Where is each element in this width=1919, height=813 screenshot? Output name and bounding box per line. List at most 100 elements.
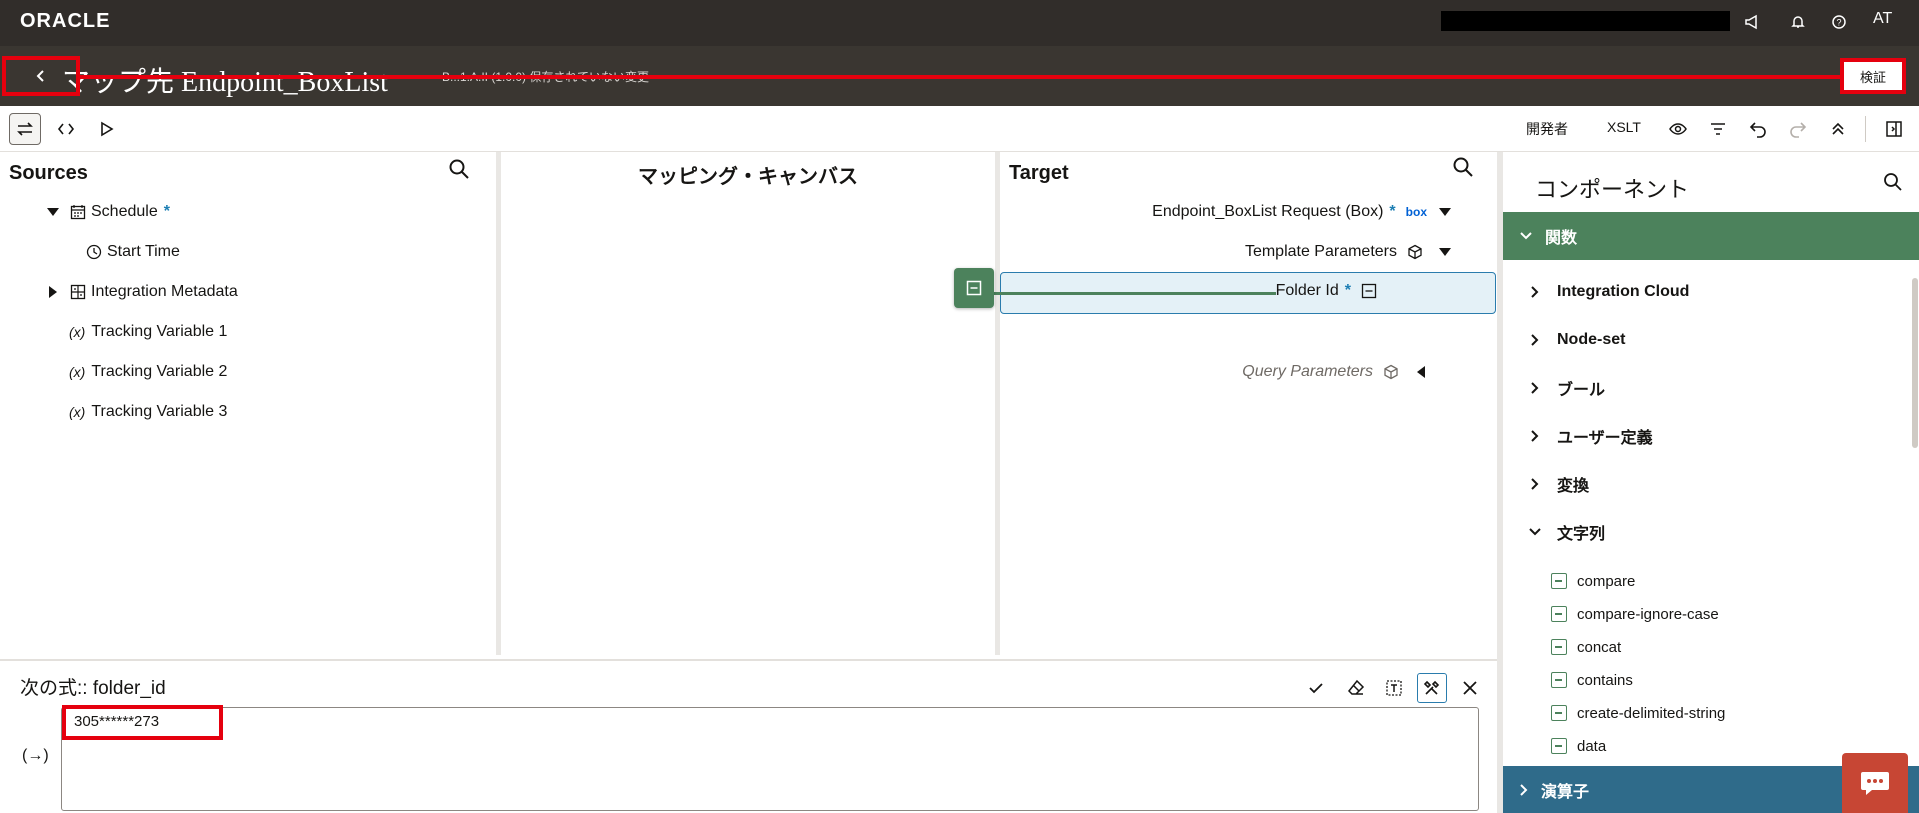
test-run-button[interactable] [90,113,122,145]
page-title: マップ先 Endpoint_BoxList [62,67,388,98]
components-scrollbar[interactable] [1912,278,1918,448]
function-label: data [1577,737,1607,755]
double-chevron-up-icon [1830,121,1846,137]
category-label: 文字列 [1557,526,1606,543]
tools-button[interactable] [1417,673,1447,703]
category-label: Node-set [1557,331,1626,348]
source-node-label: Integration Metadata [91,283,238,300]
integration-metadata-expand-caret[interactable] [46,285,60,299]
text-mode-button[interactable] [1379,673,1409,703]
function-compare-ignore-case[interactable]: compare-ignore-case [1551,603,1719,625]
source-node-tracking-variable-3[interactable]: (x) Tracking Variable 3 [69,400,227,424]
source-node-start-time[interactable]: Start Time [85,240,180,264]
announcement-icon[interactable] [1741,11,1763,33]
target-node-query-parameters[interactable]: Query Parameters [1242,360,1425,384]
chat-button[interactable] [1842,753,1908,813]
canvas-title: マッピング・キャンバス [638,166,858,188]
toggle-panel-button[interactable] [1878,113,1910,145]
bell-icon[interactable] [1787,11,1809,33]
close-expression-button[interactable] [1455,673,1485,703]
back-button[interactable] [2,56,80,96]
category-conversion[interactable]: 変換 [1525,472,1589,496]
function-compare[interactable]: compare [1551,570,1635,592]
user-avatar[interactable]: AT [1873,10,1892,28]
components-search-button[interactable] [1883,172,1903,192]
cube-icon [1383,364,1399,380]
source-node-label: Tracking Variable 1 [91,323,228,340]
clock-icon [85,243,103,261]
undo-button[interactable] [1742,113,1774,145]
swap-icon [16,120,34,138]
filter-button[interactable] [1702,113,1734,145]
function-label: concat [1577,638,1622,656]
category-integration-cloud[interactable]: Integration Cloud [1525,280,1689,304]
box-logo-icon: box [1405,205,1427,219]
string-function-icon [966,280,982,296]
string-function-icon [1551,606,1567,622]
highlight-line [80,75,1842,79]
mapper-toolbar: 開発者 XSLT [0,106,1919,152]
sources-panel: Sources Schedule * Start Time Integratio… [0,152,496,655]
target-search-button[interactable] [1452,156,1476,180]
search-icon [1883,172,1903,192]
category-boolean[interactable]: ブール [1525,376,1605,400]
sources-title: Sources [9,162,88,184]
svg-text:?: ? [1836,18,1841,28]
source-node-tracking-variable-2[interactable]: (x) Tracking Variable 2 [69,360,227,384]
variable-icon: (x) [69,364,86,380]
sources-search-button[interactable] [448,158,472,182]
expression-input[interactable] [61,707,1479,811]
xslt-toggle[interactable]: XSLT [1607,119,1641,135]
category-node-set[interactable]: Node-set [1525,328,1625,352]
target-node-label: Query Parameters [1242,363,1373,380]
code-view-button[interactable] [50,113,82,145]
view-button[interactable] [1662,113,1694,145]
function-label: create-delimited-string [1577,704,1726,722]
redo-button[interactable] [1782,113,1814,145]
schedule-expand-caret[interactable] [46,205,60,219]
required-marker: * [1344,282,1351,299]
target-node-template-parameters[interactable]: Template Parameters [1245,240,1451,264]
variable-icon: (x) [69,324,86,340]
developer-toggle[interactable]: 開発者 [1526,119,1568,139]
function-concat[interactable]: concat [1551,636,1621,658]
page-header: マップ先 Endpoint_BoxList B...1.A.II (1.0.0)… [0,46,1919,106]
functions-category-header[interactable]: 関数 [1503,212,1919,260]
source-node-integration-metadata[interactable]: Integration Metadata [69,280,238,304]
function-contains[interactable]: contains [1551,669,1633,691]
category-string[interactable]: 文字列 [1525,520,1605,544]
chevron-right-icon [1525,477,1545,491]
search-icon [448,158,472,180]
source-node-label: Tracking Variable 2 [91,363,228,380]
functions-category-label: 関数 [1545,230,1578,247]
string-function-icon [1551,639,1567,655]
caret-down-icon[interactable] [1439,208,1451,216]
swap-mode-button[interactable] [9,113,41,145]
chevron-right-icon [1525,285,1545,299]
source-node-label: Schedule [91,203,158,220]
caret-down-icon[interactable] [1439,248,1451,256]
mapping-function-node[interactable] [954,268,994,308]
calendar-icon [69,203,87,221]
source-node-schedule[interactable]: Schedule * [69,200,170,224]
filter-icon [1709,120,1727,138]
required-marker: * [163,203,170,220]
validate-button[interactable]: 検証 [1840,58,1906,94]
clear-expression-button[interactable] [1341,673,1371,703]
source-node-tracking-variable-1[interactable]: (x) Tracking Variable 1 [69,320,227,344]
help-icon[interactable]: ? [1828,11,1850,33]
apply-expression-button[interactable] [1301,673,1331,703]
chevron-right-icon [1525,429,1545,443]
function-create-delimited-string[interactable]: create-delimited-string [1551,702,1725,724]
category-label: ユーザー定義 [1557,430,1653,447]
function-data[interactable]: data [1551,735,1606,757]
structure-icon [69,283,87,301]
category-user-defined[interactable]: ユーザー定義 [1525,424,1653,448]
target-node-endpoint-request[interactable]: Endpoint_BoxList Request (Box) * box [1152,200,1451,224]
target-node-label: Template Parameters [1244,243,1397,260]
caret-left-icon[interactable] [1417,366,1425,378]
mapping-connection-line[interactable] [994,292,1276,295]
source-node-label: Start Time [107,243,180,260]
collapse-all-button[interactable] [1822,113,1854,145]
expression-value[interactable]: 305******273 [62,705,223,740]
